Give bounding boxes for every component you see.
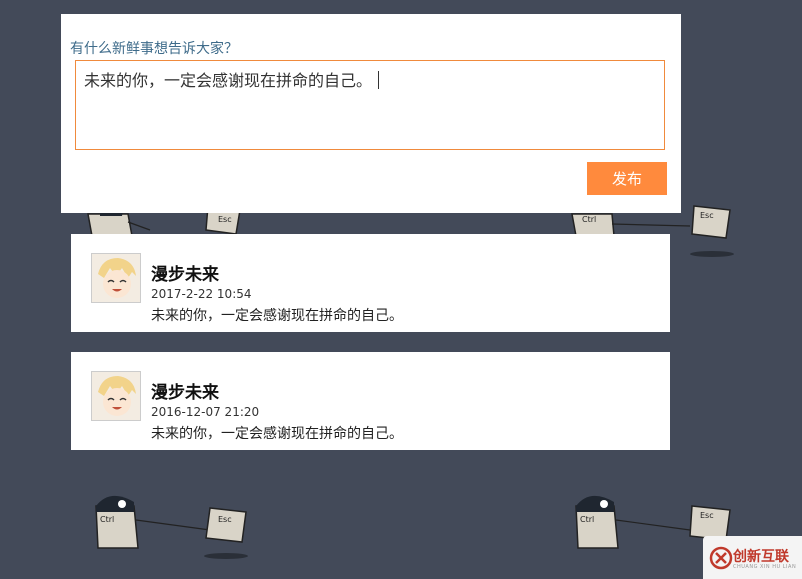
post-timestamp: 2017-2-22 10:54 <box>151 287 252 301</box>
ctrl-key-cartoon-bottom-left: Ctrl <box>95 495 211 549</box>
post-author[interactable]: 漫步未来 <box>151 260 219 285</box>
ctrl-key-cartoon-bottom-right: Ctrl <box>575 495 691 549</box>
post-author[interactable]: 漫步未来 <box>151 378 219 403</box>
ctrl-key-label: Ctrl <box>100 515 114 524</box>
post-composer: 有什么新鲜事想告诉大家？ 未来的你，一定会感谢现在拼命的自己。 发布 <box>61 14 681 213</box>
esc-key-cartoon-bottom-right: Esc <box>689 505 731 541</box>
esc-key-label: Esc <box>700 511 714 520</box>
post-content: 未来的你，一定会感谢现在拼命的自己。 <box>151 308 403 324</box>
ctrl-key-label: Ctrl <box>580 515 594 524</box>
avatar[interactable] <box>91 371 141 421</box>
post-card: 漫步未来 2016-12-07 21:20 未来的你，一定会感谢现在拼命的自己。 <box>71 352 670 450</box>
esc-key-label: Esc <box>700 211 714 220</box>
post-textarea[interactable]: 未来的你，一定会感谢现在拼命的自己。 <box>75 60 665 150</box>
watermark-name: 创新互联 <box>733 549 789 565</box>
watermark-sub: CHUANG XIN HU LIAN <box>733 564 797 570</box>
esc-key-cartoon-top-right: Esc <box>690 205 734 257</box>
watermark-logo: 创新互联 CHUANG XIN HU LIAN <box>703 536 802 579</box>
post-content: 未来的你，一定会感谢现在拼命的自己。 <box>151 426 403 442</box>
composer-prompt: 有什么新鲜事想告诉大家？ <box>70 41 238 57</box>
ctrl-key-label: Ctrl <box>582 215 596 224</box>
avatar[interactable] <box>91 253 141 303</box>
publish-button[interactable]: 发布 <box>587 162 667 195</box>
text-caret <box>378 71 380 89</box>
esc-key-cartoon-bottom-left: Esc <box>204 507 248 559</box>
esc-key-label: Esc <box>218 215 232 224</box>
post-card: 漫步未来 2017-2-22 10:54 未来的你，一定会感谢现在拼命的自己。 <box>71 234 670 332</box>
avatar-image <box>92 372 140 420</box>
esc-key-label: Esc <box>218 515 232 524</box>
post-textarea-value: 未来的你，一定会感谢现在拼命的自己。 <box>84 71 373 90</box>
ctrl-key-cartoon-top-right: Ctrl <box>571 213 691 237</box>
avatar-image <box>92 254 140 302</box>
post-timestamp: 2016-12-07 21:20 <box>151 405 260 419</box>
brand-logo-icon <box>709 546 733 570</box>
